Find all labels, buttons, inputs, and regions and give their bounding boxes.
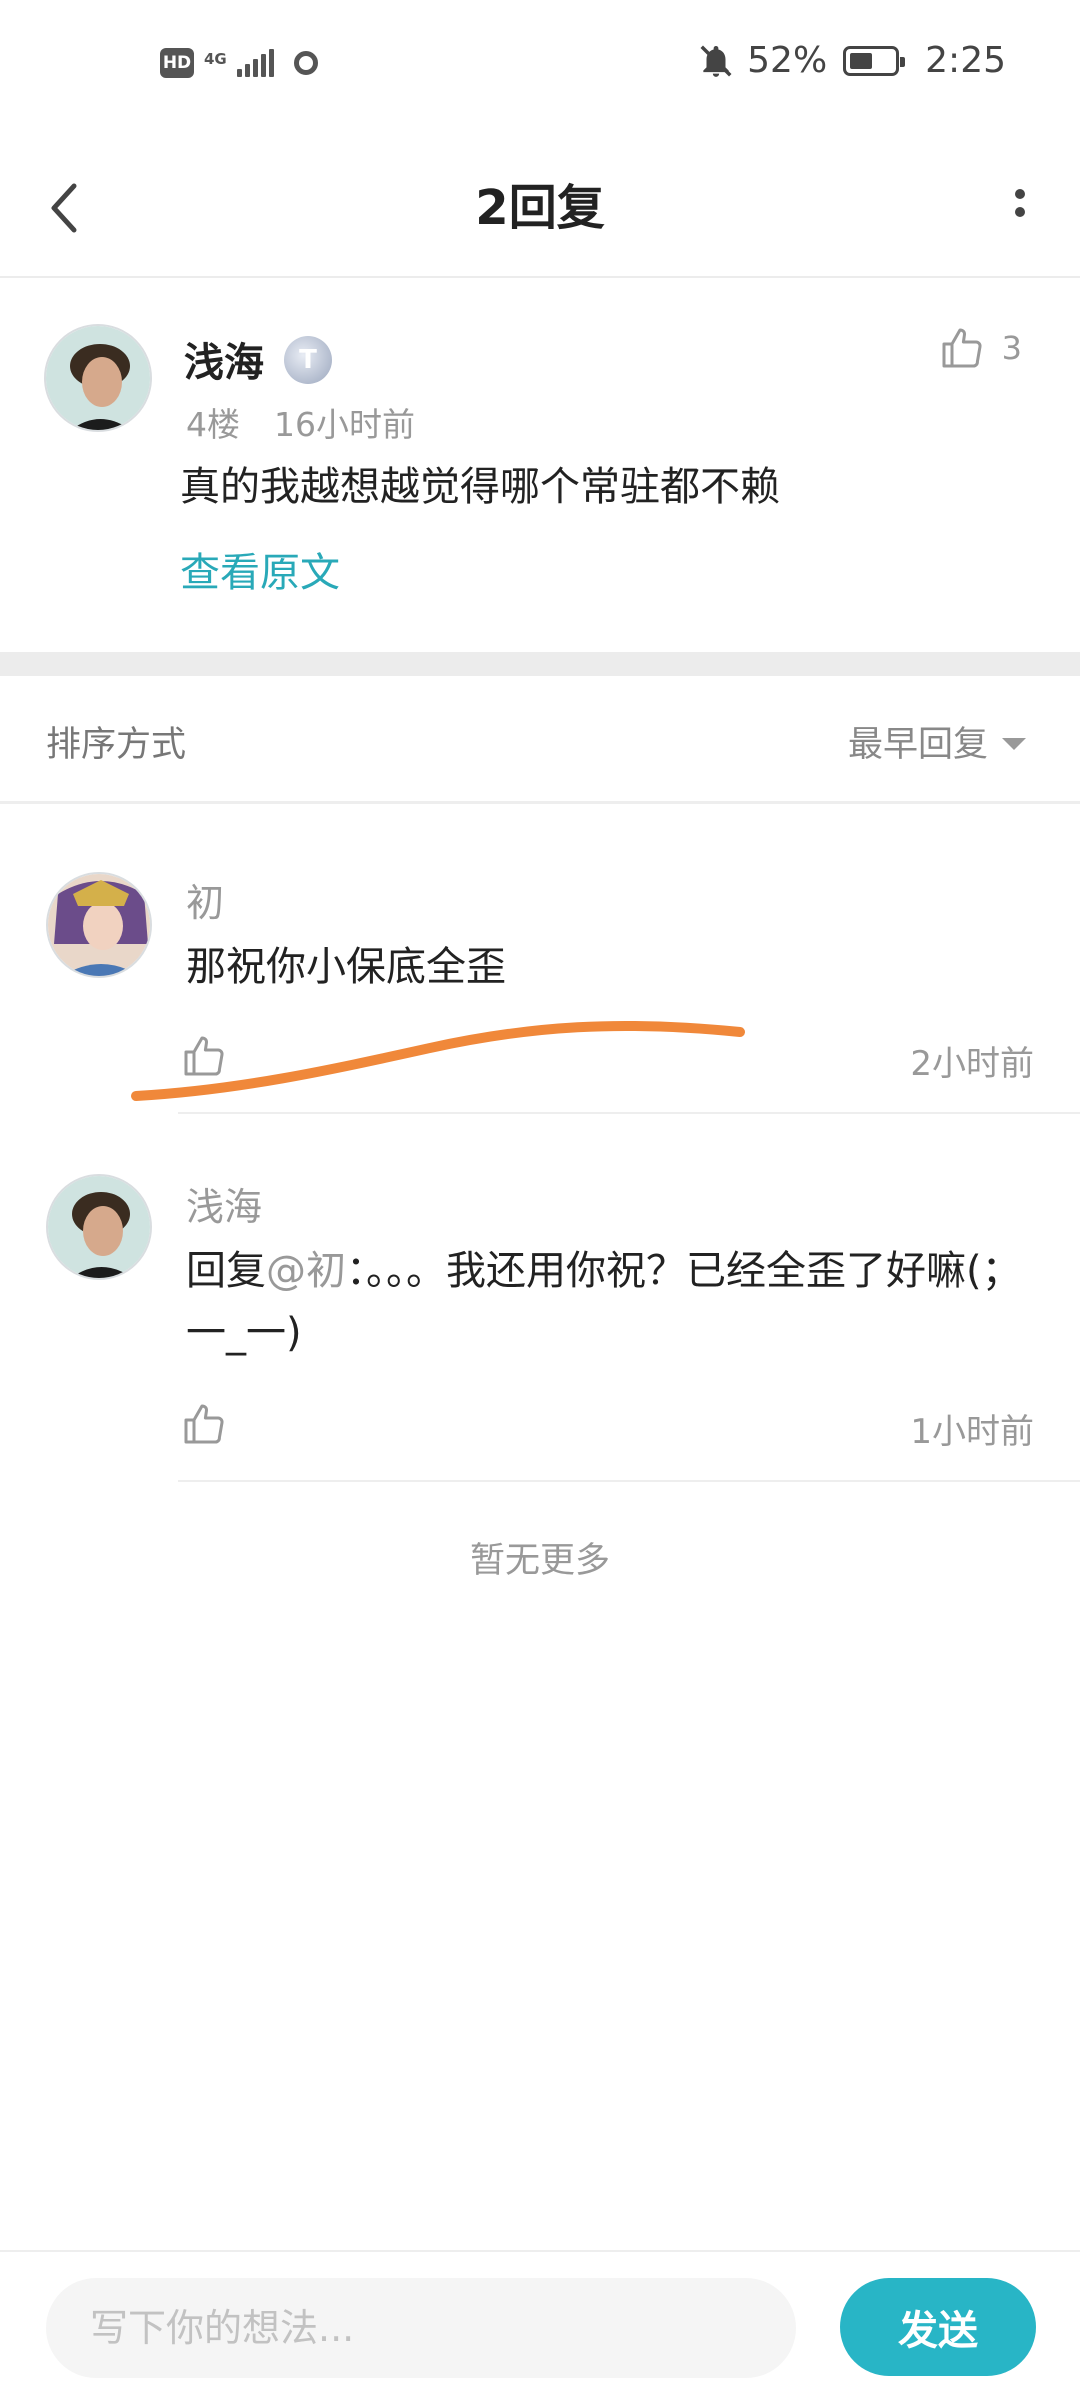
like-button[interactable] [180, 1032, 232, 1084]
reply-prefix: 回复 [186, 1248, 266, 1294]
more-options-button[interactable] [990, 166, 1050, 246]
avatar[interactable] [46, 1174, 152, 1280]
sort-dropdown[interactable]: 最早回复 [848, 716, 1026, 767]
like-button[interactable]: 3 [938, 324, 1022, 372]
caret-down-icon [1002, 737, 1026, 750]
divider [178, 1480, 1080, 1482]
avatar[interactable] [46, 872, 152, 978]
list-item: 浅海 回复@初：。。。我还用你祝？已经全歪了好嘛(；一_一) 1小时前 [0, 1114, 1080, 1484]
post-content: 真的我越想越觉得哪个常驻都不赖 [180, 464, 780, 510]
reply-author[interactable]: 初 [186, 872, 224, 927]
sync-icon [293, 51, 318, 75]
like-button[interactable] [180, 1400, 232, 1452]
sort-bar: 排序方式 最早回复 [0, 676, 1080, 804]
battery-level [850, 52, 873, 69]
reply-time: 1小时前 [910, 1412, 1034, 1452]
bell-off-icon [700, 45, 732, 77]
reply-author[interactable]: 浅海 [186, 1176, 262, 1231]
thumbs-up-icon [184, 1404, 224, 1444]
comment-bar: 发送 [0, 2250, 1080, 2400]
page-title: 2回复 [475, 180, 605, 236]
send-button[interactable]: 发送 [840, 2278, 1036, 2376]
list-item: 初 那祝你小保底全歪 2小时前 [0, 806, 1080, 1114]
thumbs-up-icon [184, 1036, 224, 1076]
more-vertical-icon [1015, 189, 1025, 217]
status-bar: HD 4G 52% 2:25 [0, 0, 1080, 140]
reply-content: 回复@初：。。。我还用你祝？已经全歪了好嘛(；一_一) [186, 1240, 1046, 1364]
clock: 2:25 [925, 40, 1006, 81]
post-time: 16小时前 [274, 405, 415, 444]
sort-label: 排序方式 [46, 725, 187, 765]
original-post: 浅海 T 4楼 16小时前 真的我越想越觉得哪个常驻都不赖 查看原文 3 [0, 280, 1080, 652]
battery-percent: 52% [747, 40, 828, 81]
comment-input[interactable] [46, 2278, 796, 2378]
level-badge: T [284, 336, 332, 384]
view-original-link[interactable]: 查看原文 [180, 540, 340, 598]
battery-icon [843, 45, 906, 76]
reply-time: 2小时前 [910, 1044, 1034, 1084]
sort-value: 最早回复 [847, 725, 988, 765]
signal-icon [236, 49, 274, 77]
like-count: 3 [1001, 329, 1022, 367]
mention-link[interactable]: @初 [266, 1248, 346, 1294]
avatar[interactable] [44, 324, 152, 432]
no-more-text: 暂无更多 [469, 1541, 610, 1581]
author-name[interactable]: 浅海 [184, 330, 264, 388]
network-type: 4G [204, 49, 227, 68]
hd-icon: HD [160, 48, 194, 78]
page-header: 2回复 [0, 140, 1080, 278]
reply-content: 那祝你小保底全歪 [186, 944, 506, 990]
thumbs-up-icon [942, 328, 982, 368]
floor-number: 4楼 [186, 405, 240, 444]
section-separator [0, 652, 1080, 676]
